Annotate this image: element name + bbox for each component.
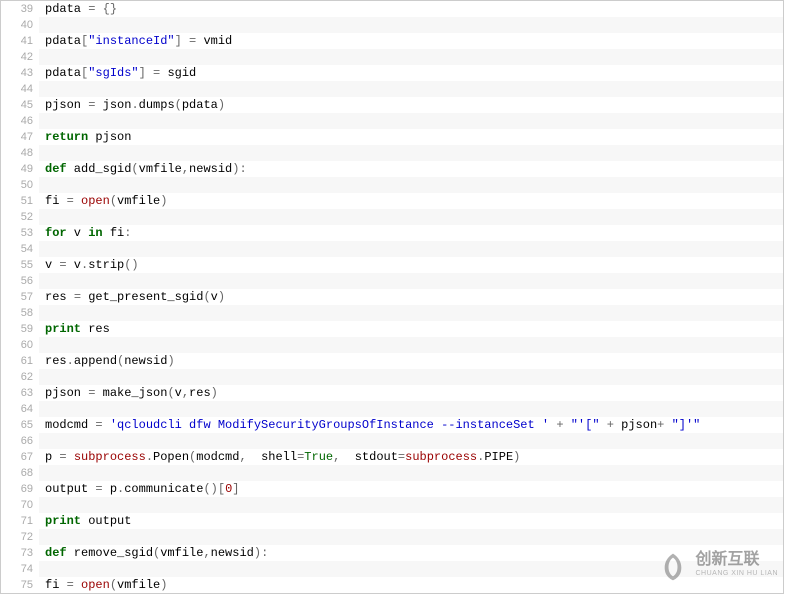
code-content: res = get_present_sgid(v) (39, 289, 783, 305)
code-content: pjson = json.dumps(pdata) (39, 97, 783, 113)
code-line: 66 (1, 433, 783, 449)
code-line: 57res = get_present_sgid(v) (1, 289, 783, 305)
line-number: 44 (1, 81, 39, 97)
line-number: 62 (1, 369, 39, 385)
code-line: 54 (1, 241, 783, 257)
line-number: 48 (1, 145, 39, 161)
code-line: 52 (1, 209, 783, 225)
line-number: 42 (1, 49, 39, 65)
code-line: 55v = v.strip() (1, 257, 783, 273)
code-line: 39pdata = {} (1, 1, 783, 17)
code-line: 70 (1, 497, 783, 513)
code-content: print output (39, 513, 783, 529)
code-content: pjson = make_json(v,res) (39, 385, 783, 401)
code-line: 69output = p.communicate()[0] (1, 481, 783, 497)
code-line: 71print output (1, 513, 783, 529)
code-content: print res (39, 321, 783, 337)
code-line: 46 (1, 113, 783, 129)
code-line: 58 (1, 305, 783, 321)
line-number: 67 (1, 449, 39, 465)
line-number: 72 (1, 529, 39, 545)
watermark-en: CHUANG XIN HU LIAN (695, 567, 778, 581)
line-number: 58 (1, 305, 39, 321)
line-number: 49 (1, 161, 39, 177)
code-line: 42 (1, 49, 783, 65)
line-number: 40 (1, 17, 39, 33)
line-number: 45 (1, 97, 39, 113)
line-number: 73 (1, 545, 39, 561)
line-number: 47 (1, 129, 39, 145)
code-line: 45pjson = json.dumps(pdata) (1, 97, 783, 113)
code-block: 39pdata = {}4041pdata["instanceId"] = vm… (0, 0, 784, 594)
line-number: 43 (1, 65, 39, 81)
code-content: output = p.communicate()[0] (39, 481, 783, 497)
line-number: 59 (1, 321, 39, 337)
code-line: 64 (1, 401, 783, 417)
code-line: 65modcmd = 'qcloudcli dfw ModifySecurity… (1, 417, 783, 433)
code-content: v = v.strip() (39, 257, 783, 273)
code-line: 56 (1, 273, 783, 289)
line-number: 69 (1, 481, 39, 497)
code-line: 51fi = open(vmfile) (1, 193, 783, 209)
code-line: 67p = subprocess.Popen(modcmd, shell=Tru… (1, 449, 783, 465)
code-line: 48 (1, 145, 783, 161)
code-content: def add_sgid(vmfile,newsid): (39, 161, 783, 177)
watermark-logo-icon (657, 551, 689, 583)
line-number: 75 (1, 577, 39, 593)
line-number: 51 (1, 193, 39, 209)
line-number: 56 (1, 273, 39, 289)
line-number: 46 (1, 113, 39, 129)
code-line: 43pdata["sgIds"] = sgid (1, 65, 783, 81)
line-number: 68 (1, 465, 39, 481)
line-number: 65 (1, 417, 39, 433)
line-number: 60 (1, 337, 39, 353)
code-line: 59print res (1, 321, 783, 337)
code-line: 50 (1, 177, 783, 193)
code-line: 63pjson = make_json(v,res) (1, 385, 783, 401)
code-content: res.append(newsid) (39, 353, 783, 369)
code-content: pdata["sgIds"] = sgid (39, 65, 783, 81)
code-line: 62 (1, 369, 783, 385)
code-content: for v in fi: (39, 225, 783, 241)
line-number: 71 (1, 513, 39, 529)
code-content: modcmd = 'qcloudcli dfw ModifySecurityGr… (39, 417, 783, 433)
line-number: 50 (1, 177, 39, 193)
watermark-cn: 创新互联 (695, 553, 778, 567)
code-line: 41pdata["instanceId"] = vmid (1, 33, 783, 49)
line-number: 39 (1, 1, 39, 17)
line-number: 55 (1, 257, 39, 273)
line-number: 66 (1, 433, 39, 449)
code-content: pdata = {} (39, 1, 783, 17)
code-content: p = subprocess.Popen(modcmd, shell=True,… (39, 449, 783, 465)
line-number: 63 (1, 385, 39, 401)
code-line: 72 (1, 529, 783, 545)
code-line: 68 (1, 465, 783, 481)
line-number: 52 (1, 209, 39, 225)
code-content: return pjson (39, 129, 783, 145)
code-content: fi = open(vmfile) (39, 193, 783, 209)
line-number: 41 (1, 33, 39, 49)
line-number: 61 (1, 353, 39, 369)
line-number: 53 (1, 225, 39, 241)
watermark: 创新互联 CHUANG XIN HU LIAN (657, 551, 778, 583)
code-line: 49def add_sgid(vmfile,newsid): (1, 161, 783, 177)
line-number: 74 (1, 561, 39, 577)
line-number: 70 (1, 497, 39, 513)
code-line: 53for v in fi: (1, 225, 783, 241)
line-number: 64 (1, 401, 39, 417)
line-number: 54 (1, 241, 39, 257)
code-line: 60 (1, 337, 783, 353)
line-number: 57 (1, 289, 39, 305)
code-line: 44 (1, 81, 783, 97)
code-content: pdata["instanceId"] = vmid (39, 33, 783, 49)
code-line: 47return pjson (1, 129, 783, 145)
code-line: 40 (1, 17, 783, 33)
code-line: 61res.append(newsid) (1, 353, 783, 369)
